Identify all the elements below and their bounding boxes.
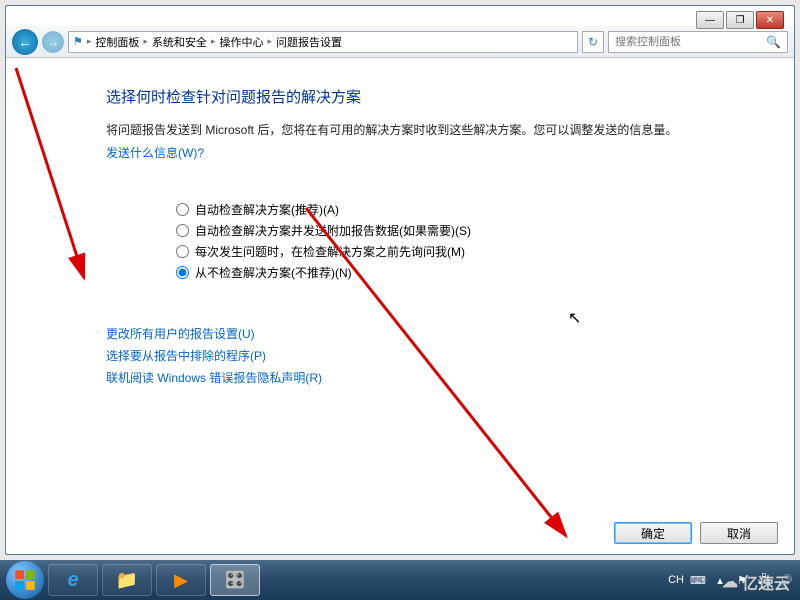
cancel-button[interactable]: 取消	[700, 522, 778, 544]
breadcrumb-item[interactable]: 问题报告设置	[276, 34, 342, 50]
maximize-button[interactable]: ❐	[726, 11, 754, 29]
nav-back-button[interactable]: ←	[12, 29, 38, 55]
radio-input[interactable]	[176, 266, 189, 279]
radio-input[interactable]	[176, 203, 189, 216]
close-button[interactable]: ✕	[756, 11, 784, 29]
chevron-right-icon: ▸	[87, 36, 92, 47]
radio-option-auto-send[interactable]: 自动检查解决方案并发送附加报告数据(如果需要)(S)	[176, 222, 694, 239]
change-all-users-link[interactable]: 更改所有用户的报告设置(U)	[106, 327, 255, 341]
minimize-button[interactable]: —	[696, 11, 724, 29]
ok-button[interactable]: 确定	[614, 522, 692, 544]
navigation-bar: ← → ⚑ ▸ 控制面板 ▸ 系统和安全 ▸ 操作中心 ▸ 问题报告设置 ↻ 🔍	[6, 26, 794, 58]
volume-icon[interactable]: 🔊	[778, 572, 794, 588]
radio-option-never[interactable]: 从不检查解决方案(不推荐)(N)	[176, 264, 694, 281]
explorer-window: — ❐ ✕ ← → ⚑ ▸ 控制面板 ▸ 系统和安全 ▸ 操作中心 ▸ 问题报告…	[5, 5, 795, 555]
button-bar: 确定 取消	[614, 522, 778, 544]
search-input[interactable]	[615, 36, 766, 48]
radio-label: 每次发生问题时，在检查解决方案之前先询问我(M)	[195, 243, 465, 260]
system-tray: CH ⌨ ▴ ⚑ 🖧 🔊	[668, 572, 794, 588]
chevron-right-icon: ▸	[267, 36, 272, 47]
link-list: 更改所有用户的报告设置(U) 选择要从报告中排除的程序(P) 联机阅读 Wind…	[106, 325, 694, 391]
media-player-icon: ▶	[174, 570, 188, 591]
radio-label: 从不检查解决方案(不推荐)(N)	[195, 264, 352, 281]
breadcrumb-item[interactable]: 系统和安全	[152, 34, 207, 50]
nav-forward-button[interactable]: →	[42, 31, 64, 53]
radio-input[interactable]	[176, 224, 189, 237]
ie-icon: e	[67, 569, 78, 592]
radio-option-auto[interactable]: 自动检查解决方案(推荐)(A)	[176, 201, 694, 218]
keyboard-icon[interactable]: ⌨	[690, 572, 706, 588]
radio-label: 自动检查解决方案并发送附加报告数据(如果需要)(S)	[195, 222, 471, 239]
folder-icon: 📁	[116, 570, 138, 591]
action-center-icon[interactable]: ⚑	[734, 572, 750, 588]
chevron-right-icon: ▸	[143, 36, 148, 47]
info-link[interactable]: 发送什么信息(W)?	[106, 144, 694, 161]
search-box[interactable]: 🔍	[608, 31, 788, 53]
chevron-right-icon: ▸	[211, 36, 216, 47]
window-controls: — ❐ ✕	[696, 11, 784, 29]
ime-indicator[interactable]: CH	[668, 574, 684, 586]
radio-option-ask[interactable]: 每次发生问题时，在检查解决方案之前先询问我(M)	[176, 243, 694, 260]
privacy-statement-link[interactable]: 联机阅读 Windows 错误报告隐私声明(R)	[106, 371, 322, 385]
taskbar: e 📁 ▶ 🎛️ CH ⌨ ▴ ⚑ 🖧 🔊	[0, 560, 800, 600]
search-icon[interactable]: 🔍	[766, 35, 781, 49]
taskbar-item-explorer[interactable]: 📁	[102, 564, 152, 596]
tray-expand-icon[interactable]: ▴	[712, 572, 728, 588]
taskbar-item-ie[interactable]: e	[48, 564, 98, 596]
breadcrumb[interactable]: ⚑ ▸ 控制面板 ▸ 系统和安全 ▸ 操作中心 ▸ 问题报告设置	[68, 31, 578, 53]
breadcrumb-item[interactable]: 控制面板	[95, 34, 139, 50]
page-title: 选择何时检查针对问题报告的解决方案	[106, 86, 694, 107]
network-icon[interactable]: 🖧	[756, 572, 772, 588]
radio-group: 自动检查解决方案(推荐)(A) 自动检查解决方案并发送附加报告数据(如果需要)(…	[176, 201, 694, 285]
breadcrumb-item[interactable]: 操作中心	[219, 34, 263, 50]
radio-label: 自动检查解决方案(推荐)(A)	[195, 201, 339, 218]
taskbar-item-control-panel[interactable]: 🎛️	[210, 564, 260, 596]
radio-input[interactable]	[176, 245, 189, 258]
page-description: 将问题报告发送到 Microsoft 后，您将在有可用的解决方案时收到这些解决方…	[106, 121, 694, 138]
flag-icon: ⚑	[73, 35, 83, 48]
content-area: 选择何时检查针对问题报告的解决方案 将问题报告发送到 Microsoft 后，您…	[6, 58, 794, 554]
exclude-programs-link[interactable]: 选择要从报告中排除的程序(P)	[106, 349, 266, 363]
control-panel-icon: 🎛️	[225, 570, 245, 590]
refresh-button[interactable]: ↻	[582, 31, 604, 53]
taskbar-item-media[interactable]: ▶	[156, 564, 206, 596]
start-button[interactable]	[6, 561, 44, 599]
